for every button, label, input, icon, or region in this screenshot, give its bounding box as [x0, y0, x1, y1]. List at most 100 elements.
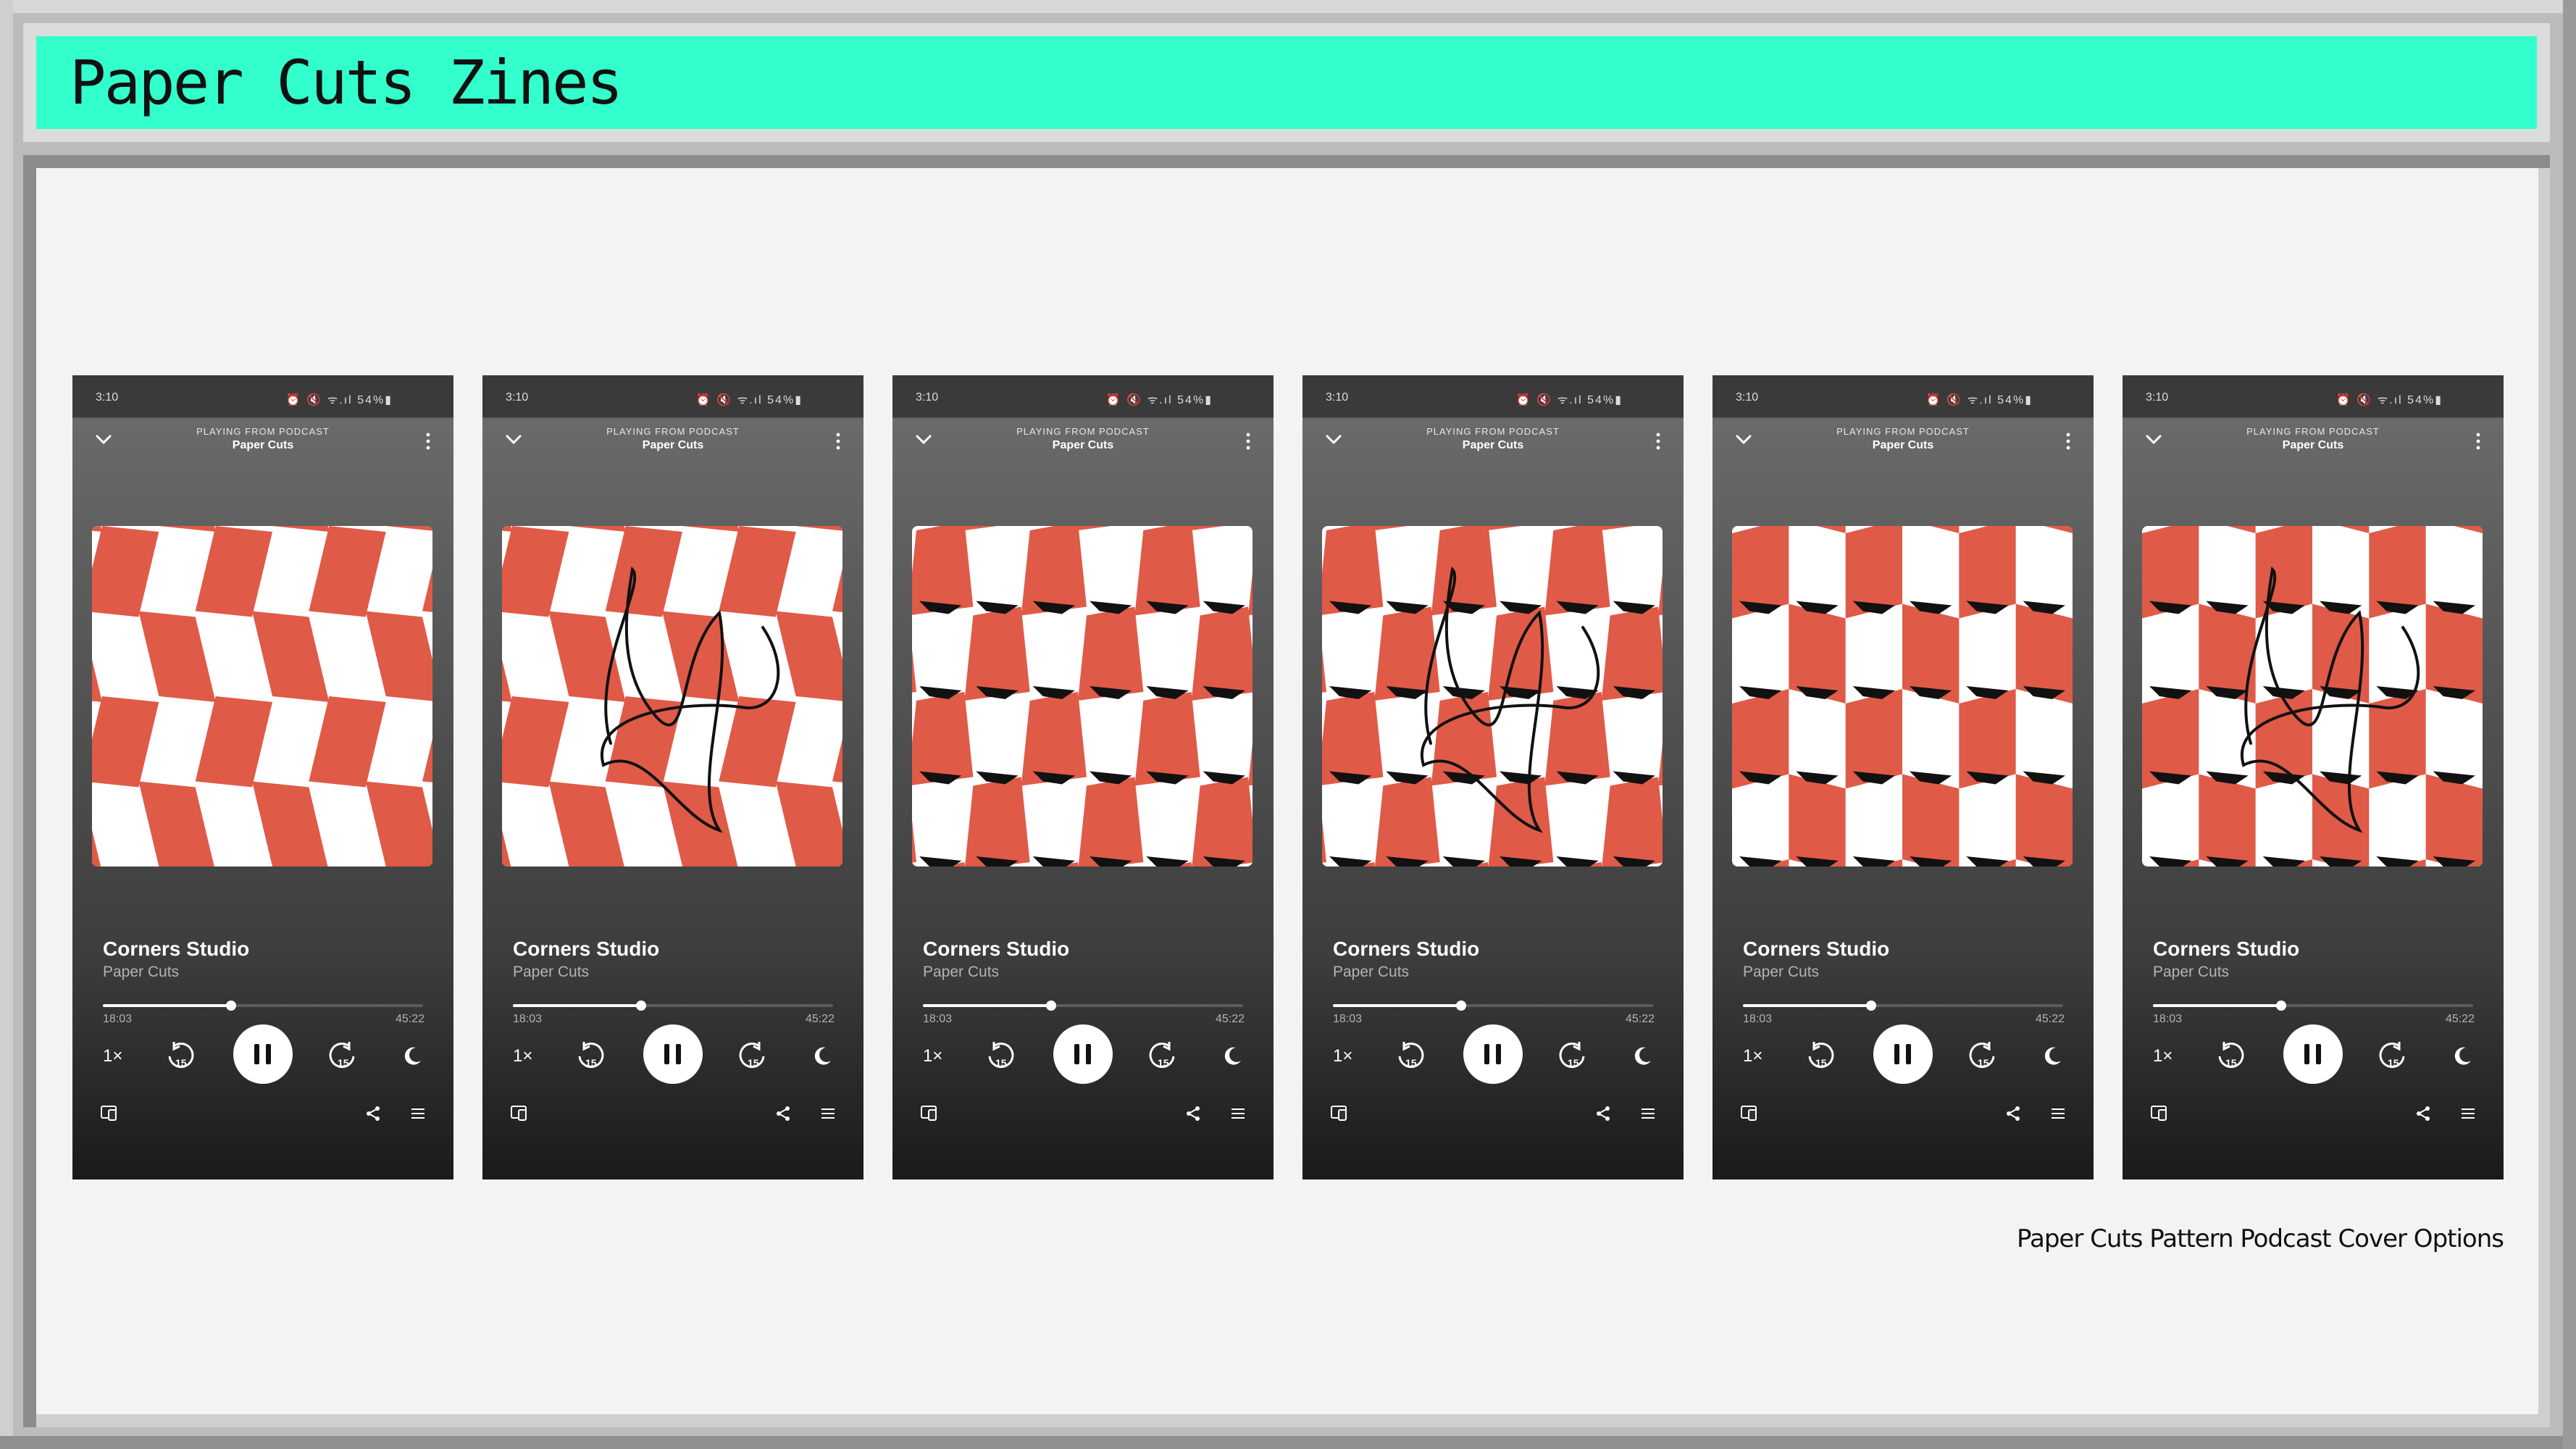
episode-title[interactable]: Corners Studio	[1743, 938, 1889, 961]
playback-speed-button[interactable]: 1×	[103, 1046, 122, 1066]
playback-speed-button[interactable]: 1×	[923, 1046, 942, 1066]
playback-speed-button[interactable]: 1×	[1333, 1046, 1352, 1066]
more-options-icon[interactable]	[835, 430, 842, 452]
progress-knob[interactable]	[225, 1001, 236, 1011]
progress-knob[interactable]	[1455, 1001, 1466, 1011]
progress-knob[interactable]	[635, 1001, 646, 1011]
more-options-icon[interactable]	[425, 430, 432, 452]
pause-button[interactable]	[233, 1024, 293, 1084]
progress-fill	[923, 1004, 1051, 1007]
skip-back-15-button[interactable]: 15	[1394, 1039, 1427, 1072]
episode-subtitle[interactable]: Paper Cuts	[923, 964, 999, 981]
pause-button[interactable]	[643, 1024, 703, 1084]
connect-device-icon[interactable]	[510, 1104, 530, 1123]
connect-device-icon[interactable]	[2150, 1104, 2170, 1123]
pause-button[interactable]	[2283, 1024, 2343, 1084]
share-icon[interactable]	[2414, 1104, 2433, 1123]
pause-icon	[1496, 1044, 1501, 1064]
skip-forward-15-button[interactable]: 15	[1966, 1039, 1999, 1072]
progress-bar[interactable]	[513, 1001, 833, 1011]
sleep-timer-moon-icon[interactable]	[2041, 1045, 2063, 1066]
skip-back-seconds: 15	[2225, 1057, 2237, 1069]
podcast-name[interactable]: Paper Cuts	[892, 439, 1274, 452]
podcast-name[interactable]: Paper Cuts	[482, 439, 863, 452]
more-options-icon[interactable]	[1245, 430, 1252, 452]
connect-device-icon[interactable]	[920, 1104, 940, 1123]
share-icon[interactable]	[774, 1104, 793, 1123]
sleep-timer-moon-icon[interactable]	[2451, 1045, 2473, 1066]
episode-title[interactable]: Corners Studio	[513, 938, 659, 961]
progress-bar[interactable]	[923, 1001, 1243, 1011]
elapsed-time: 18:03	[513, 1013, 543, 1025]
share-icon[interactable]	[364, 1104, 382, 1123]
connect-device-icon[interactable]	[1740, 1104, 1760, 1123]
queue-icon[interactable]	[819, 1104, 837, 1123]
queue-icon[interactable]	[2049, 1104, 2067, 1123]
pause-icon	[676, 1044, 681, 1064]
skip-back-15-button[interactable]: 15	[164, 1039, 197, 1072]
share-icon[interactable]	[1594, 1104, 1613, 1123]
episode-subtitle[interactable]: Paper Cuts	[1743, 964, 1819, 981]
skip-back-15-button[interactable]: 15	[984, 1039, 1017, 1072]
queue-icon[interactable]	[409, 1104, 427, 1123]
connect-device-icon[interactable]	[1330, 1104, 1350, 1123]
more-options-icon[interactable]	[2065, 430, 2072, 452]
playback-speed-button[interactable]: 1×	[1743, 1046, 1762, 1066]
progress-knob[interactable]	[2275, 1001, 2286, 1011]
cover-tile	[1544, 526, 1610, 616]
sleep-timer-moon-icon[interactable]	[1221, 1045, 1243, 1066]
skip-back-15-button[interactable]: 15	[1804, 1039, 1837, 1072]
skip-back-15-button[interactable]: 15	[2214, 1039, 2247, 1072]
cover-tile	[1134, 526, 1200, 616]
pause-icon	[2316, 1044, 2321, 1064]
progress-knob[interactable]	[1865, 1001, 1876, 1011]
queue-icon[interactable]	[2459, 1104, 2477, 1123]
pause-button[interactable]	[1463, 1024, 1523, 1084]
episode-title[interactable]: Corners Studio	[103, 938, 249, 961]
pause-button[interactable]	[1873, 1024, 1933, 1084]
podcast-cover-art	[502, 526, 842, 867]
skip-forward-15-button[interactable]: 15	[1146, 1039, 1179, 1072]
episode-subtitle[interactable]: Paper Cuts	[1333, 964, 1409, 981]
frame-edge	[0, 1436, 2576, 1449]
pause-button[interactable]	[1053, 1024, 1113, 1084]
share-icon[interactable]	[2004, 1104, 2023, 1123]
podcast-name[interactable]: Paper Cuts	[72, 439, 453, 452]
progress-bar[interactable]	[1333, 1001, 1653, 1011]
cover-tile	[964, 777, 1030, 867]
skip-forward-15-button[interactable]: 15	[736, 1039, 769, 1072]
playback-speed-button[interactable]: 1×	[513, 1046, 532, 1066]
progress-bar[interactable]	[1743, 1001, 2063, 1011]
episode-title[interactable]: Corners Studio	[1333, 938, 1479, 961]
battery-level: 54%▮	[357, 394, 393, 406]
podcast-name[interactable]: Paper Cuts	[2123, 439, 2504, 452]
skip-back-15-button[interactable]: 15	[574, 1039, 607, 1072]
episode-subtitle[interactable]: Paper Cuts	[513, 964, 589, 981]
podcast-name[interactable]: Paper Cuts	[1713, 439, 2094, 452]
battery-level: 54%▮	[1587, 394, 1623, 406]
queue-icon[interactable]	[1229, 1104, 1247, 1123]
episode-title[interactable]: Corners Studio	[923, 938, 1069, 961]
share-icon[interactable]	[1184, 1104, 1203, 1123]
sleep-timer-moon-icon[interactable]	[401, 1045, 423, 1066]
sleep-timer-moon-icon[interactable]	[1631, 1045, 1653, 1066]
cover-tile	[2015, 774, 2073, 867]
status-icons: ⏰ 🔇 ᯤ.ıl 54%▮	[696, 391, 803, 407]
sleep-timer-moon-icon[interactable]	[811, 1045, 833, 1066]
playback-speed-button[interactable]: 1×	[2153, 1046, 2173, 1066]
podcast-name[interactable]: Paper Cuts	[1302, 439, 1684, 452]
more-options-icon[interactable]	[2475, 430, 2482, 452]
episode-subtitle[interactable]: Paper Cuts	[103, 964, 179, 981]
skip-forward-15-button[interactable]: 15	[2376, 1039, 2409, 1072]
connect-device-icon[interactable]	[100, 1104, 120, 1123]
progress-bar[interactable]	[2153, 1001, 2473, 1011]
cover-pattern	[92, 526, 432, 867]
queue-icon[interactable]	[1639, 1104, 1657, 1123]
progress-bar[interactable]	[103, 1001, 423, 1011]
skip-forward-15-button[interactable]: 15	[326, 1039, 359, 1072]
more-options-icon[interactable]	[1655, 430, 1662, 452]
progress-knob[interactable]	[1045, 1001, 1056, 1011]
episode-title[interactable]: Corners Studio	[2153, 938, 2299, 961]
episode-subtitle[interactable]: Paper Cuts	[2153, 964, 2229, 981]
skip-forward-15-button[interactable]: 15	[1556, 1039, 1589, 1072]
